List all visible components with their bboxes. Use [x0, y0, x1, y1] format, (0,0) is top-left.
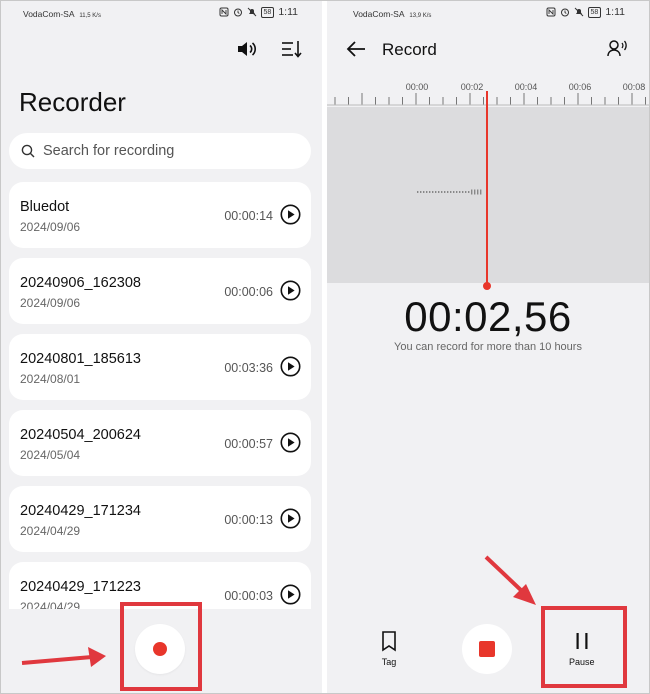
playhead-dot: [483, 282, 491, 290]
recording-name: 20240801_185613: [20, 351, 141, 367]
back-arrow-icon[interactable]: [345, 39, 367, 59]
timeline-tick-label: 00:04: [514, 82, 538, 92]
recording-name: 20240906_162308: [20, 275, 141, 291]
status-time: 1:11: [605, 6, 625, 18]
mute-icon: [247, 7, 256, 17]
waveform: [417, 189, 482, 195]
status-carrier: VodaCom-SA 11,5 K/s: [23, 9, 101, 19]
tag-label: Tag: [381, 657, 397, 667]
mute-icon: [574, 7, 583, 17]
status-carrier: VodaCom-SA 13,9 K/s: [353, 9, 432, 19]
battery-indicator: 58: [260, 6, 275, 18]
timeline-ticks: [327, 93, 649, 106]
status-time: 1:11: [278, 6, 298, 18]
play-icon[interactable]: [280, 280, 301, 301]
recording-date: 2024/08/01: [20, 372, 81, 386]
recording-list-viewport: Bluedot 2024/09/06 00:00:14 20240906_162308…: [1, 25, 322, 611]
recording-item[interactable]: Bluedot 2024/09/06 00:00:14: [9, 182, 311, 248]
timeline-ruler: 00:00 00:02 00:04 00:06 00:08: [327, 79, 649, 107]
status-bar: VodaCom-SA 13,9 K/s 58 1:11: [327, 1, 649, 25]
recording-date: 2024/05/04: [20, 448, 81, 462]
tag-button[interactable]: Tag: [378, 630, 400, 667]
recording-duration: 00:00:14: [224, 209, 273, 223]
playhead: [486, 91, 488, 287]
alarm-icon: [560, 8, 569, 17]
page-title: Record: [382, 40, 437, 59]
status-right: 58 1:11: [219, 6, 298, 18]
status-right: 58 1:11: [546, 6, 625, 18]
waveform-area: [327, 107, 649, 283]
recording-date: 2024/09/06: [20, 296, 81, 310]
recording-date: 2024/09/06: [20, 220, 81, 234]
recording-duration: 00:00:06: [224, 285, 273, 299]
play-icon[interactable]: [280, 432, 301, 453]
recording-item[interactable]: 20240906_162308 2024/09/06 00:00:06: [9, 258, 311, 324]
recording-item[interactable]: 20240429_171234 2024/04/29 00:00:13: [9, 486, 311, 552]
timeline-tick-label: 00:00: [405, 82, 429, 92]
recording-duration: 00:00:03: [224, 589, 273, 603]
recording-item[interactable]: 20240504_200624 2024/05/04 00:00:57: [9, 410, 311, 476]
nfc-icon: [546, 7, 556, 17]
recording-hint: You can record for more than 10 hours: [394, 341, 582, 353]
stop-icon: [479, 641, 495, 657]
recording-item[interactable]: 20240801_185613 2024/08/01 00:03:36: [9, 334, 311, 400]
recording-list: Bluedot 2024/09/06 00:00:14 20240906_162308…: [9, 182, 311, 611]
timeline-tick-label: 00:02: [460, 82, 484, 92]
annotation-arrow-down-right-icon: [484, 555, 536, 605]
highlight-box-pause: [541, 606, 627, 688]
recording-name: 20240429_171234: [20, 503, 141, 519]
recorder-list-screen: VodaCom-SA 11,5 K/s 58 1:11 Recorder Blu…: [1, 1, 322, 693]
recording-name: 20240504_200624: [20, 427, 141, 443]
voice-recognition-icon[interactable]: [607, 39, 629, 57]
recording-duration: 00:00:13: [224, 513, 273, 527]
status-speed: 13,9 K/s: [409, 13, 432, 19]
status-speed: 11,5 K/s: [79, 13, 101, 19]
play-icon[interactable]: [280, 356, 301, 377]
play-icon[interactable]: [280, 584, 301, 605]
tag-icon: [382, 631, 396, 652]
recording-duration: 00:03:36: [224, 361, 273, 375]
recording-name: Bluedot: [20, 199, 70, 215]
recording-duration: 00:00:57: [224, 437, 273, 451]
alarm-icon: [233, 8, 242, 17]
play-icon[interactable]: [280, 204, 301, 225]
timeline-tick-label: 00:06: [568, 82, 592, 92]
recording-date: 2024/04/29: [20, 524, 81, 538]
recording-timer: 00:02,56: [404, 293, 572, 340]
highlight-box-record: [120, 602, 202, 691]
annotation-arrow-right-icon: [21, 647, 106, 667]
stop-button[interactable]: [462, 624, 512, 674]
timeline-tick-label: 00:08: [622, 82, 646, 92]
nfc-icon: [219, 7, 229, 17]
battery-indicator: 58: [587, 6, 602, 18]
status-bar: VodaCom-SA 11,5 K/s 58 1:11: [1, 1, 322, 25]
play-icon[interactable]: [280, 508, 301, 529]
recording-name: 20240429_171223: [20, 579, 141, 595]
